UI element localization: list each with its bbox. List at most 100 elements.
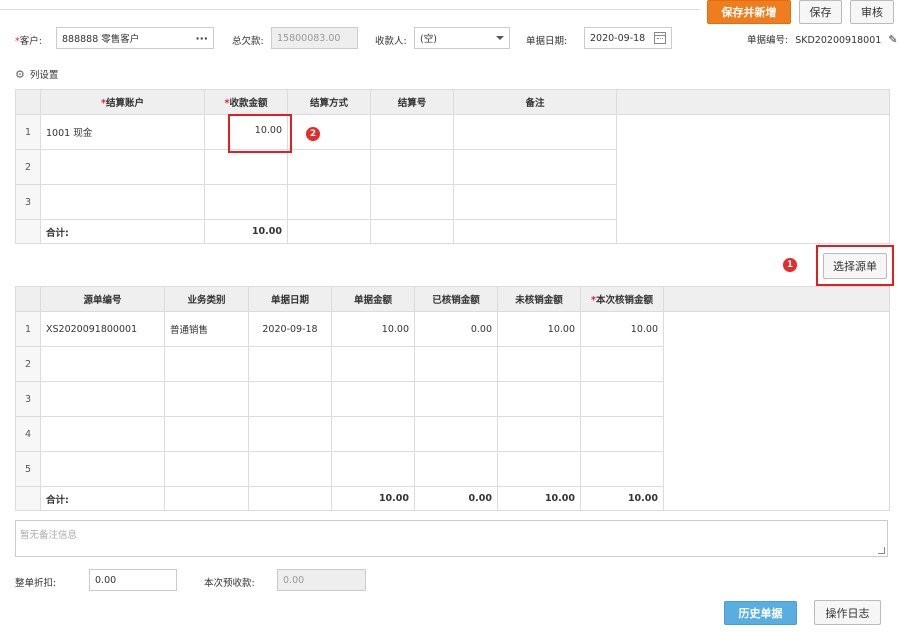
save-and-new-button[interactable]: 保存并新增 [707, 0, 791, 24]
row-index: 1 [15, 114, 41, 150]
biz-type-cell[interactable] [164, 346, 249, 382]
remark-textarea[interactable]: 暂无备注信息 [15, 520, 888, 557]
source-no-cell[interactable] [40, 381, 165, 417]
source-table: 源单编号 业务类别 单据日期 单据金额 已核销金额 未核销金额 *本次核销金额 … [15, 286, 890, 511]
empty-cell [164, 486, 249, 511]
total-doc-amount: 10.00 [331, 486, 415, 511]
account-cell[interactable]: 1001 现金 [40, 114, 205, 150]
method-cell[interactable] [287, 184, 371, 220]
source-no-cell[interactable] [40, 451, 165, 487]
method-cell[interactable] [287, 114, 371, 150]
doc-date-cell[interactable] [248, 346, 332, 382]
payee-select[interactable]: (空) [414, 27, 510, 49]
payee-label: 收款人: [375, 36, 407, 47]
verified-cell[interactable] [414, 416, 498, 452]
edit-icon[interactable]: ✎ [888, 33, 897, 46]
header-doc-amount: 单据金额 [331, 286, 415, 312]
header-source-no: 源单编号 [40, 286, 165, 312]
note-cell[interactable] [453, 114, 617, 150]
step-badge-2: 2 [306, 127, 320, 141]
note-cell[interactable] [453, 184, 617, 220]
save-button[interactable]: 保存 [799, 0, 842, 24]
customer-value: 888888 零售客户 [62, 34, 140, 45]
debt-field: 15800083.00 [271, 27, 358, 49]
discount-field[interactable]: 0.00 [89, 569, 177, 591]
header-method: 结算方式 [287, 89, 371, 115]
total-label: 合计: [40, 219, 205, 244]
amount-cell[interactable] [204, 184, 288, 220]
unverified-cell[interactable] [497, 451, 581, 487]
unverified-cell[interactable] [497, 416, 581, 452]
column-settings[interactable]: ⚙ 列设置 [15, 67, 58, 82]
operation-log-button[interactable]: 操作日志 [814, 600, 881, 625]
amount-cell[interactable] [204, 149, 288, 185]
current-cell[interactable] [580, 381, 664, 417]
header-account: *结算账户 [40, 89, 205, 115]
date-field[interactable]: 2020-09-18 [584, 27, 672, 49]
biz-type-cell[interactable] [164, 451, 249, 487]
history-button[interactable]: 历史单据 [724, 601, 797, 625]
prepay-value: 0.00 [283, 574, 305, 586]
account-cell[interactable] [40, 149, 205, 185]
unverified-cell[interactable] [497, 381, 581, 417]
doc-amount-cell[interactable] [331, 416, 415, 452]
header-cell [15, 286, 41, 312]
settle-no-cell[interactable] [370, 184, 454, 220]
blank-area [663, 311, 890, 511]
source-no-cell[interactable] [40, 346, 165, 382]
method-cell[interactable] [287, 149, 371, 185]
doc-amount-cell[interactable] [331, 381, 415, 417]
verified-cell[interactable] [414, 451, 498, 487]
header-doc-date: 单据日期 [248, 286, 332, 312]
table-row: 1 XS2020091800001 普通销售 2020-09-18 10.00 … [15, 311, 890, 511]
doc-amount-cell[interactable]: 10.00 [331, 311, 415, 347]
verified-cell[interactable]: 0.00 [414, 311, 498, 347]
unverified-cell[interactable] [497, 346, 581, 382]
row-index [15, 486, 41, 511]
doc-amount-cell[interactable] [331, 346, 415, 382]
doc-date-cell[interactable] [248, 416, 332, 452]
doc-number: 单据编号: SKD20200918001 ✎ [747, 32, 898, 46]
verified-cell[interactable] [414, 381, 498, 417]
settlement-header-row: *结算账户 *收款金额 结算方式 结算号 备注 [15, 89, 890, 115]
biz-type-cell[interactable]: 普通销售 [164, 311, 249, 347]
verified-cell[interactable] [414, 346, 498, 382]
customer-field[interactable]: 888888 零售客户 ··· [56, 27, 214, 49]
doc-date-cell[interactable] [248, 451, 332, 487]
date-label: 单据日期: [526, 36, 568, 47]
source-no-cell[interactable]: XS2020091800001 [40, 311, 165, 347]
settle-no-cell[interactable] [370, 149, 454, 185]
debt-value: 15800083.00 [277, 32, 341, 44]
header-note: 备注 [453, 89, 617, 115]
discount-label: 整单折扣: [15, 578, 57, 589]
current-cell[interactable] [580, 346, 664, 382]
header-amount: *收款金额 [204, 89, 288, 115]
settle-no-cell[interactable] [370, 114, 454, 150]
biz-type-cell[interactable] [164, 416, 249, 452]
header-blank [663, 286, 890, 312]
current-cell[interactable] [580, 451, 664, 487]
doc-date-cell[interactable] [248, 381, 332, 417]
header-cell [15, 89, 41, 115]
table-row: 1 1001 现金 10.00 [15, 114, 890, 244]
unverified-cell[interactable]: 10.00 [497, 311, 581, 347]
current-cell[interactable]: 10.00 [580, 311, 664, 347]
select-source-button[interactable]: 选择源单 [823, 253, 887, 279]
audit-button[interactable]: 审核 [850, 0, 894, 24]
current-cell[interactable] [580, 416, 664, 452]
row-index: 5 [15, 451, 41, 487]
doc-date-cell[interactable]: 2020-09-18 [248, 311, 332, 347]
row-index: 3 [15, 184, 41, 220]
resize-handle-icon[interactable] [878, 547, 885, 554]
note-cell[interactable] [453, 149, 617, 185]
blank-area [616, 114, 890, 244]
calendar-icon[interactable] [654, 32, 666, 44]
source-no-cell[interactable] [40, 416, 165, 452]
prepay-field: 0.00 [277, 569, 366, 591]
remark-placeholder: 暂无备注信息 [20, 530, 78, 541]
doc-amount-cell[interactable] [331, 451, 415, 487]
biz-type-cell[interactable] [164, 381, 249, 417]
more-icon[interactable]: ··· [195, 32, 208, 45]
account-cell[interactable] [40, 184, 205, 220]
header-settle-no: 结算号 [370, 89, 454, 115]
